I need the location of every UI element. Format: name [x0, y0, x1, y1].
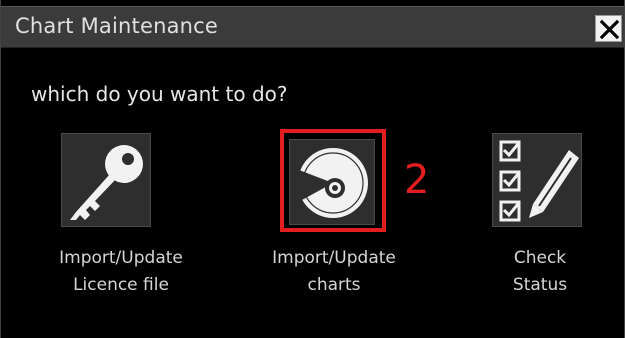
annotation-step-number: 2 — [404, 157, 430, 203]
close-icon — [599, 19, 620, 40]
close-button[interactable] — [595, 15, 622, 42]
import-charts-option[interactable]: Import/Update charts — [244, 131, 424, 301]
import-charts-label-line1: Import/Update — [272, 248, 396, 268]
checklist-icon — [499, 140, 579, 222]
check-status-option[interactable]: Check Status — [450, 131, 625, 301]
import-licence-label-line1: Import/Update — [59, 248, 183, 268]
import-licence-option[interactable]: Import/Update Licence file — [31, 131, 211, 301]
check-status-button[interactable] — [492, 133, 582, 227]
import-licence-label-line2: Licence file — [73, 275, 169, 295]
check-status-label-line2: Status — [512, 275, 568, 295]
import-charts-button[interactable] — [289, 139, 375, 225]
dialog-title: Chart Maintenance — [15, 14, 219, 38]
key-icon — [70, 145, 143, 220]
disc-icon — [296, 148, 368, 218]
chart-maintenance-dialog: Chart Maintenance which do you want to d… — [0, 0, 625, 338]
titlebar: Chart Maintenance — [1, 6, 624, 48]
prompt-text: which do you want to do? — [31, 82, 288, 106]
check-status-label-line1: Check — [513, 248, 567, 268]
import-licence-button[interactable] — [61, 133, 151, 227]
import-charts-label-line2: charts — [307, 275, 361, 295]
